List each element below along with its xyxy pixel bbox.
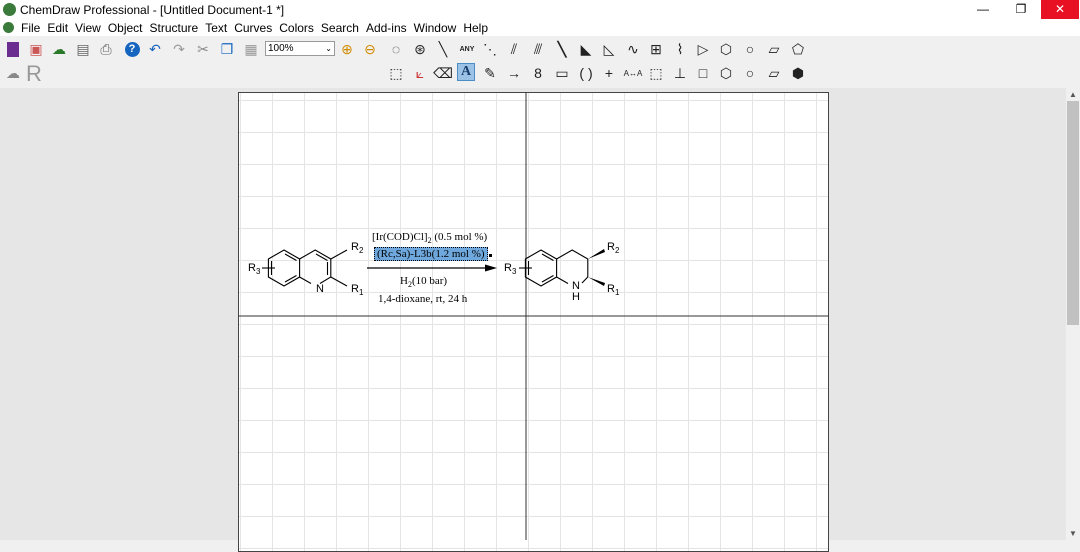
label-r2-right: R2 (607, 241, 620, 256)
scroll-down-icon[interactable]: ▼ (1066, 529, 1080, 538)
scrollbar-thumb[interactable] (1067, 101, 1079, 325)
label-r1-left: R1 (351, 283, 364, 298)
selection-handle[interactable] (489, 254, 492, 257)
wedge-bond-r2 (587, 249, 605, 259)
hydrogen-pressure[interactable]: H2(10 bar) (400, 275, 447, 289)
label-h-right: H (572, 291, 580, 303)
wedge-bond-r1 (587, 277, 605, 286)
reaction-arrowhead (485, 264, 497, 272)
label-r3-left: R3 (248, 262, 261, 277)
label-n-left: N (316, 283, 324, 295)
quinoline-structure (262, 249, 348, 287)
label-r1-right: R1 (607, 283, 620, 298)
ligand-text-selected[interactable]: (Rc,Sa)-L3b(1.2 mol %) (374, 247, 488, 261)
reaction-conditions[interactable]: 1,4-dioxane, rt, 24 h (378, 293, 467, 305)
scheme-drawing (238, 92, 829, 540)
label-r3-right: R3 (504, 262, 517, 277)
scroll-up-icon[interactable]: ▲ (1066, 90, 1080, 99)
reagent-catalyst[interactable]: [Ir(COD)Cl]2 (0.5 mol %) (372, 231, 487, 245)
label-r2-left: R2 (351, 241, 364, 256)
